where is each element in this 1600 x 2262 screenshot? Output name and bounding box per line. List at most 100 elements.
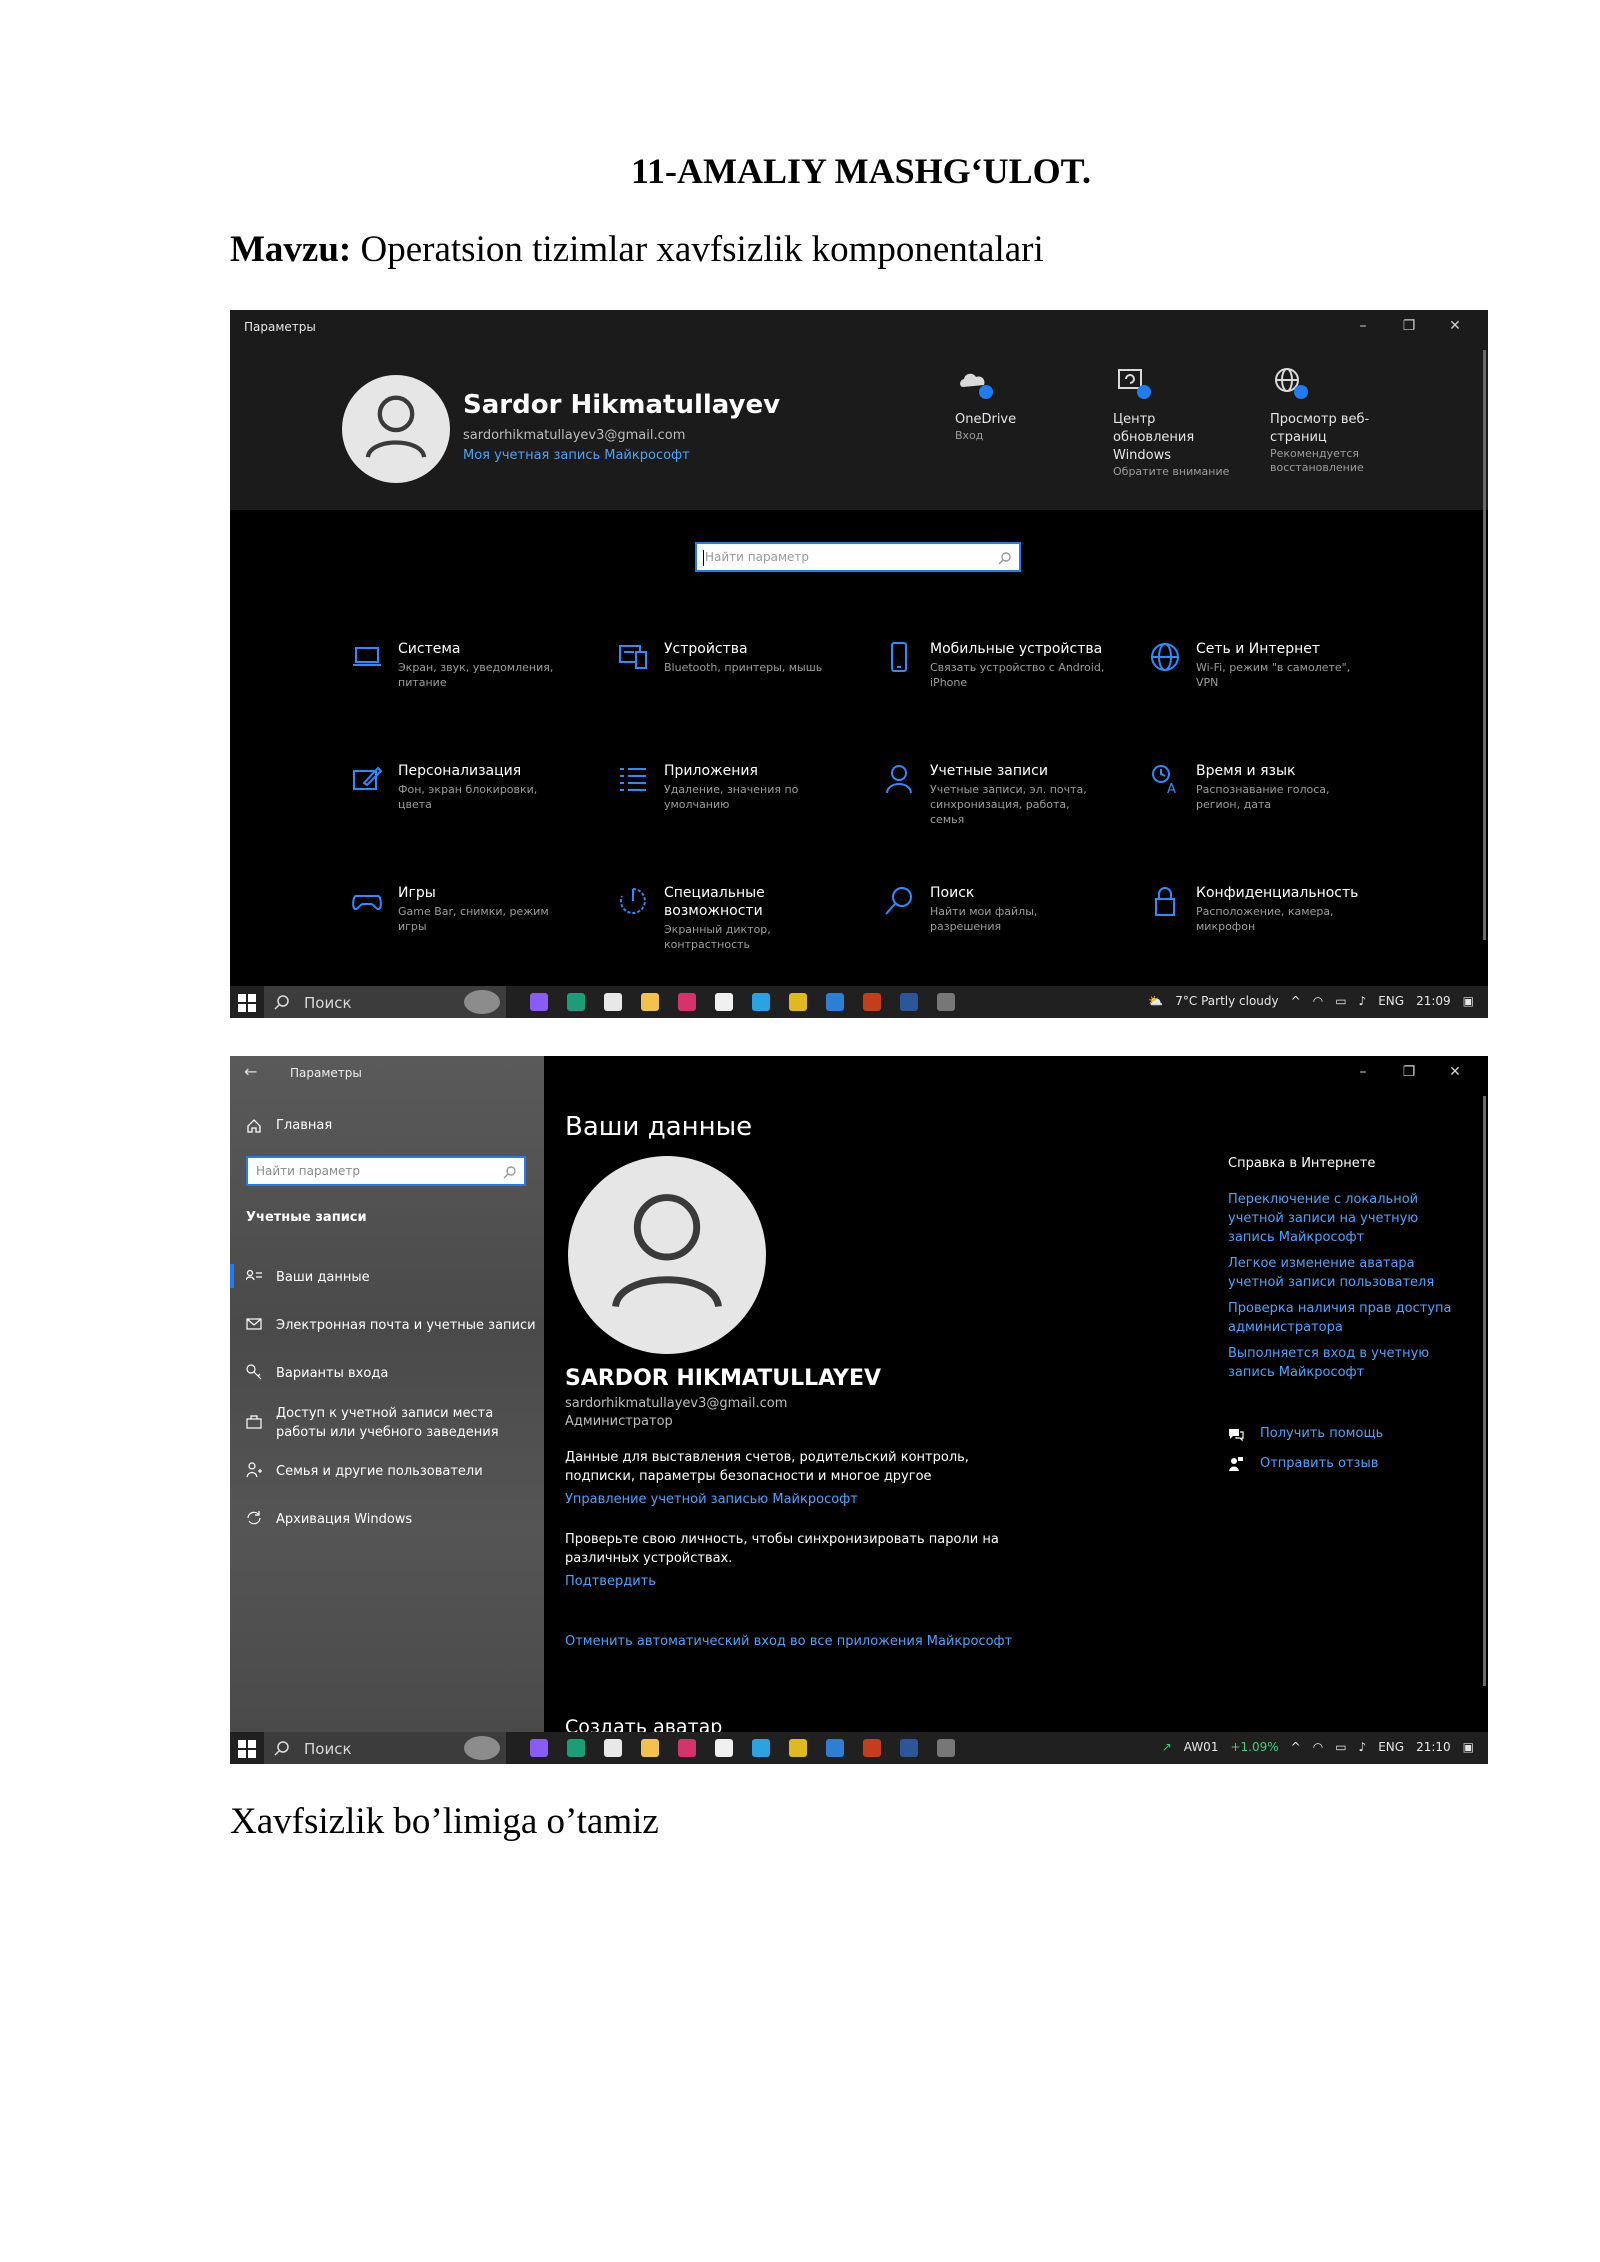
sidebar-section-title: Учетные записи <box>246 1210 367 1225</box>
search-input[interactable]: Найти параметр <box>695 542 1021 572</box>
back-arrow-icon[interactable]: ← <box>244 1062 257 1081</box>
category-subtitle: Экранный диктор, контрастность <box>664 923 771 951</box>
topic-label: Mavzu: <box>230 229 352 270</box>
lang-indicator[interactable]: ENG <box>1378 994 1404 1008</box>
calendar-icon[interactable] <box>604 993 622 1011</box>
verify-link[interactable]: Подтвердить <box>565 1574 656 1589</box>
web-browsing-tile[interactable]: Просмотр веб-страниц Рекомендуется восст… <box>1270 365 1390 475</box>
microsoft-account-link[interactable]: Моя учетная запись Майкрософт <box>463 448 690 463</box>
system-tray: ⛅ 7°C Partly cloudy ^ ◠ ▭ ♪ ENG 21:09 ▣ <box>1136 994 1474 1008</box>
minimize-button[interactable]: – <box>1340 1060 1386 1084</box>
lock-icon <box>1155 887 1175 916</box>
file-explorer-icon[interactable] <box>641 1739 659 1757</box>
user-silhouette-icon <box>365 395 427 458</box>
battery-icon[interactable]: ▭ <box>1335 1740 1346 1754</box>
yandex-icon[interactable] <box>715 993 733 1011</box>
minimize-button[interactable]: – <box>1340 314 1386 338</box>
clock[interactable]: 21:10 <box>1416 1740 1451 1754</box>
help-link[interactable]: Легкое изменение аватара учетной записи … <box>1228 1254 1468 1292</box>
close-button[interactable]: ✕ <box>1432 314 1478 338</box>
windows-start-icon[interactable] <box>238 1740 256 1758</box>
windows-start-icon[interactable] <box>238 994 256 1012</box>
powerpoint-icon[interactable] <box>863 1739 881 1757</box>
restore-button[interactable]: ❐ <box>1386 314 1432 338</box>
category-subtitle: Учетные записи, эл. почта, синхронизация… <box>930 783 1087 826</box>
taskbar-apps <box>530 993 974 1011</box>
chrome-icon[interactable] <box>789 1739 807 1757</box>
user-info-icon <box>246 1269 262 1281</box>
instagram-icon[interactable] <box>678 993 696 1011</box>
yandex-icon[interactable] <box>715 1739 733 1757</box>
taskbar-search-label: Поиск <box>304 994 352 1012</box>
restore-button[interactable]: ❐ <box>1386 1060 1432 1084</box>
search-icon <box>274 995 289 1010</box>
scrollbar[interactable] <box>1483 350 1486 940</box>
manage-account-link[interactable]: Управление учетной записью Майкрософт <box>565 1492 858 1507</box>
avatar[interactable] <box>568 1156 766 1354</box>
settings-gear-icon[interactable] <box>937 993 955 1011</box>
volume-muted-icon[interactable]: ♪ <box>1359 994 1367 1008</box>
search-icon <box>274 1741 289 1756</box>
wifi-icon[interactable]: ◠ <box>1313 994 1323 1008</box>
lang-indicator[interactable]: ENG <box>1378 1740 1404 1754</box>
instagram-icon[interactable] <box>678 1739 696 1757</box>
chevron-up-icon[interactable]: ^ <box>1291 994 1301 1008</box>
app-icon[interactable] <box>530 993 548 1011</box>
search-input[interactable]: Найти параметр <box>246 1156 526 1186</box>
sidebar-item-home[interactable]: Главная <box>276 1118 332 1133</box>
stock-change: +1.09% <box>1230 1740 1279 1754</box>
tile-subtitle: Обратите внимание <box>1113 465 1230 478</box>
notification-icon[interactable]: ▣ <box>1463 994 1474 1008</box>
home-icon <box>247 1119 261 1133</box>
profile-email: sardorhikmatullayev3@gmail.com <box>463 428 686 443</box>
taskbar-search[interactable]: Поиск <box>264 1732 506 1764</box>
topic-line: Mavzu: Operatsion tizimlar xavfsizlik ko… <box>230 228 1044 271</box>
vscode-icon[interactable] <box>826 993 844 1011</box>
window-controls: – ❐ ✕ <box>1340 1060 1478 1084</box>
volume-muted-icon[interactable]: ♪ <box>1359 1740 1367 1754</box>
apps-list-icon <box>620 768 646 791</box>
help-link[interactable]: Переключение с локальной учетной записи … <box>1228 1190 1468 1247</box>
tile-title: OneDrive <box>955 412 1017 427</box>
close-button[interactable]: ✕ <box>1432 1060 1478 1084</box>
windows-update-tile[interactable]: Центр обновления Windows Обратите вниман… <box>1113 365 1233 479</box>
category-title: Время и язык <box>1196 763 1296 779</box>
help-link[interactable]: Проверка наличия прав доступа администра… <box>1228 1299 1468 1337</box>
file-explorer-icon[interactable] <box>641 993 659 1011</box>
avatar[interactable] <box>342 375 450 483</box>
app-icon[interactable] <box>530 1739 548 1757</box>
word-icon[interactable] <box>900 993 918 1011</box>
notification-icon[interactable]: ▣ <box>1463 1740 1474 1754</box>
clock[interactable]: 21:09 <box>1416 994 1451 1008</box>
powerpoint-icon[interactable] <box>863 993 881 1011</box>
stock-ticker[interactable]: AW01 <box>1184 1740 1219 1754</box>
taskbar-search[interactable]: Поиск <box>264 986 506 1018</box>
chrome-icon[interactable] <box>789 993 807 1011</box>
category-title: Игры <box>398 885 436 901</box>
stop-auto-signin-link[interactable]: Отменить автоматический вход во все прил… <box>565 1634 1012 1649</box>
get-help-icon <box>1229 1429 1244 1442</box>
telegram-icon[interactable] <box>752 993 770 1011</box>
topic-text: Operatsion tizimlar xavfsizlik komponent… <box>351 229 1044 270</box>
chevron-up-icon[interactable]: ^ <box>1291 1740 1301 1754</box>
billing-description: Данные для выставления счетов, родительс… <box>565 1450 969 1484</box>
send-feedback-link[interactable]: Отправить отзыв <box>1260 1456 1378 1471</box>
telegram-icon[interactable] <box>752 1739 770 1757</box>
window-title: Параметры <box>244 320 316 334</box>
battery-icon[interactable]: ▭ <box>1335 994 1346 1008</box>
profile-name: Sardor Hikmatullayev <box>463 390 781 420</box>
word-icon[interactable] <box>900 1739 918 1757</box>
vscode-icon[interactable] <box>826 1739 844 1757</box>
get-help-link[interactable]: Получить помощь <box>1260 1426 1383 1441</box>
tile-title: Просмотр веб-страниц <box>1270 412 1370 445</box>
calendar-icon[interactable] <box>604 1739 622 1757</box>
edge-icon[interactable] <box>567 993 585 1011</box>
help-link[interactable]: Выполняется вход в учетную запись Майкро… <box>1228 1344 1468 1382</box>
settings-gear-icon[interactable] <box>937 1739 955 1757</box>
wifi-icon[interactable]: ◠ <box>1313 1740 1323 1754</box>
scrollbar[interactable] <box>1483 1096 1486 1686</box>
weather-text[interactable]: 7°C Partly cloudy <box>1175 994 1278 1008</box>
verify-description: Проверьте свою личность, чтобы синхрониз… <box>565 1532 999 1566</box>
onedrive-tile[interactable]: OneDrive Вход <box>955 365 1075 443</box>
edge-icon[interactable] <box>567 1739 585 1757</box>
